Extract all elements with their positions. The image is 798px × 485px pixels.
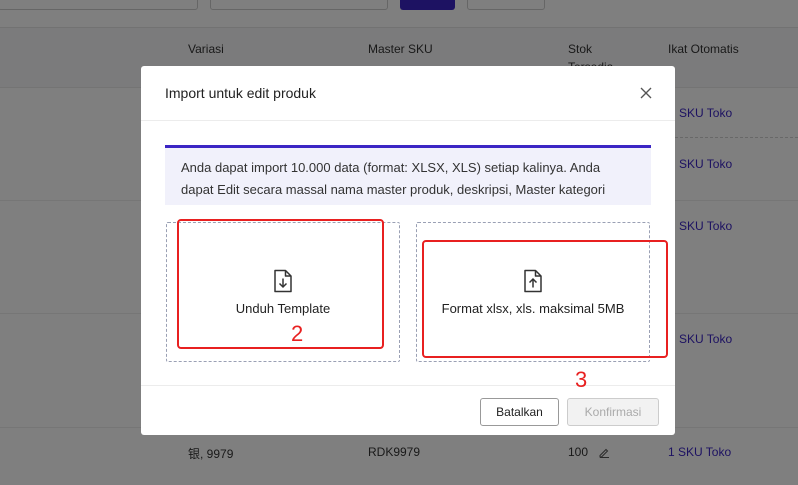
confirm-button[interactable]: Konfirmasi	[567, 398, 659, 426]
modal-title: Import untuk edit produk	[165, 85, 316, 101]
close-icon[interactable]	[639, 86, 653, 100]
annotation-number: 3	[575, 367, 588, 392]
import-notice: Anda dapat import 10.000 data (format: X…	[165, 145, 651, 205]
annotation-number: 2	[291, 321, 304, 346]
modal-header: Import untuk edit produk	[141, 66, 675, 121]
cancel-button[interactable]: Batalkan	[480, 398, 559, 426]
annotation-box	[177, 219, 384, 349]
annotation-box	[422, 240, 668, 358]
modal-footer: Batalkan Konfirmasi	[141, 385, 675, 435]
